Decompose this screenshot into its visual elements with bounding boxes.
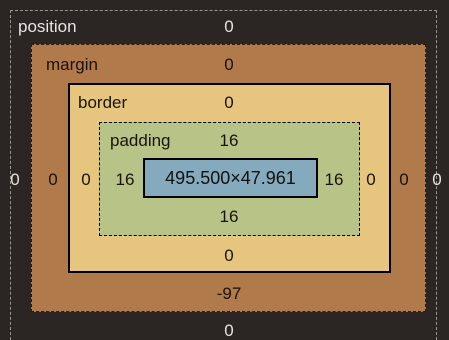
- position-top-value[interactable]: 0: [209, 18, 249, 35]
- content-size-value[interactable]: 495.500×47.961: [165, 168, 296, 189]
- margin-label: margin: [46, 55, 98, 74]
- box-model-diagram: position 0 0 0 0 margin 0 0 0 -97 border…: [0, 0, 449, 340]
- padding-top-value[interactable]: 16: [209, 132, 249, 149]
- border-bottom-value[interactable]: 0: [209, 247, 249, 264]
- position-bottom-value[interactable]: 0: [209, 322, 249, 339]
- position-left-value[interactable]: 0: [0, 171, 35, 188]
- margin-top-value[interactable]: 0: [209, 56, 249, 73]
- padding-label: padding: [110, 131, 171, 150]
- padding-bottom-value[interactable]: 16: [209, 208, 249, 225]
- padding-left-value[interactable]: 16: [105, 171, 145, 188]
- position-label: position: [18, 17, 77, 36]
- padding-right-value[interactable]: 16: [314, 171, 354, 188]
- border-top-value[interactable]: 0: [209, 94, 249, 111]
- content-box[interactable]: 495.500×47.961: [143, 158, 318, 198]
- margin-bottom-value[interactable]: -97: [209, 285, 249, 302]
- border-label: border: [78, 93, 128, 112]
